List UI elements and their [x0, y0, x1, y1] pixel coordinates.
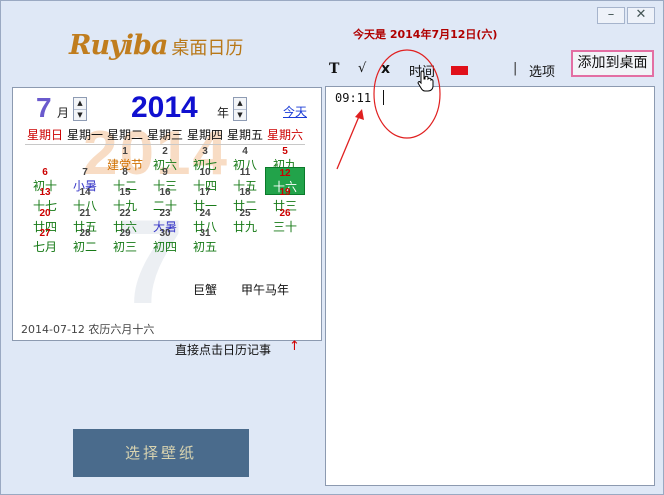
weekday-fri: 星期五: [226, 128, 263, 142]
up-arrow-icon: ↑: [289, 339, 300, 354]
year-down-icon[interactable]: ▼: [234, 109, 246, 120]
day-number: 14: [79, 187, 91, 198]
day-cell[interactable]: 31 初五: [185, 228, 225, 254]
weekday-sun: 星期日: [26, 128, 63, 142]
day-number: 23: [159, 207, 171, 219]
day-cell[interactable]: 30 初四: [145, 228, 185, 254]
day-number: 6: [42, 166, 48, 178]
month-down-icon[interactable]: ▼: [74, 109, 86, 120]
day-number: 9: [162, 166, 168, 178]
zodiac-label: 巨蟹: [193, 283, 218, 297]
lunar-label: 廿九: [232, 219, 257, 234]
day-number: 17: [199, 187, 211, 198]
add-to-desktop-button[interactable]: 添加到桌面: [571, 50, 654, 77]
day-number: 3: [202, 146, 208, 157]
day-cell[interactable]: 25 廿九: [225, 208, 265, 234]
ganzhi-label: 甲午马年: [241, 283, 290, 297]
selected-date-info: 2014-07-12 农历六月十六: [21, 323, 155, 336]
day-number: 18: [239, 187, 251, 198]
weekday-sat: 星期六: [266, 128, 303, 142]
year-spinner[interactable]: ▲ ▼: [233, 97, 247, 121]
day-cell[interactable]: 26 三十: [265, 208, 305, 234]
year-value: 2014: [131, 91, 198, 124]
day-number: 24: [199, 207, 211, 219]
day-number: 26: [279, 207, 291, 219]
day-number: 27: [39, 228, 51, 239]
month-up-icon[interactable]: ▲: [74, 98, 86, 109]
month-unit: 月: [57, 106, 70, 120]
choose-wallpaper-button[interactable]: 选择壁纸: [73, 429, 249, 477]
month-value: 7: [36, 92, 52, 123]
lunar-label: 初四: [152, 240, 177, 254]
day-number: 2: [162, 146, 168, 157]
check-button[interactable]: √: [358, 61, 366, 76]
day-number: 4: [242, 146, 248, 157]
day-number: 19: [279, 187, 291, 198]
today-date-label: 今天是 2014年7月12日(六): [353, 28, 498, 41]
app-logo: Ruyiba 桌面日历: [69, 30, 243, 61]
weekday-tue: 星期二: [106, 128, 143, 142]
day-number: 21: [79, 207, 91, 219]
today-link[interactable]: 今天: [283, 103, 307, 120]
weekday-mon: 星期一: [66, 128, 103, 142]
calendar-panel: 2014 7 7 月 ▲ ▼ 2014 年 ▲ ▼ 今天 星期日 星期一 星期二…: [12, 87, 322, 341]
day-number: 7: [82, 166, 88, 178]
day-number: 22: [119, 207, 131, 219]
day-number: 12: [279, 167, 291, 179]
day-number: 31: [199, 228, 211, 239]
logo-subtitle: 桌面日历: [171, 38, 244, 59]
lunar-label: 三十: [272, 219, 297, 234]
day-number: 29: [119, 228, 131, 239]
app-window: – ✕ 今天是 2014年7月12日(六) Ruyiba 桌面日历 T √ x …: [0, 0, 664, 495]
color-picker-button[interactable]: [451, 66, 468, 75]
toolbar-separator: |: [513, 61, 518, 76]
close-button[interactable]: ✕: [627, 7, 655, 24]
window-controls: – ✕: [597, 7, 655, 24]
day-cell[interactable]: 27 七月: [25, 228, 65, 254]
day-number: 16: [159, 187, 171, 198]
day-cell[interactable]: 28 初二: [65, 228, 105, 254]
minimize-button[interactable]: –: [597, 7, 625, 24]
day-number: 5: [282, 146, 288, 157]
weekday-divider: [25, 144, 305, 145]
note-editor[interactable]: 09:11: [325, 86, 655, 486]
day-number: 30: [159, 228, 171, 239]
day-cell[interactable]: 29 初三: [105, 228, 145, 254]
day-number: 11: [239, 166, 251, 178]
day-number: 13: [39, 187, 51, 198]
weekday-header: 星期日 星期一 星期二 星期三 星期四 星期五 星期六: [25, 126, 305, 143]
month-spinner[interactable]: ▲ ▼: [73, 97, 87, 121]
year-up-icon[interactable]: ▲: [234, 98, 246, 109]
day-number: 28: [79, 228, 91, 239]
hint-text: 直接点击日历记事: [175, 343, 272, 357]
text-caret: [383, 90, 384, 105]
day-number: 1: [122, 146, 128, 157]
weekday-thu: 星期四: [186, 128, 223, 142]
day-number: 8: [122, 166, 128, 178]
hand-cursor-icon: [417, 70, 434, 92]
lunar-label: 初二: [72, 240, 97, 254]
weekday-wed: 星期三: [146, 128, 183, 142]
day-number: 10: [199, 166, 211, 178]
lunar-label: 初五: [192, 240, 217, 254]
lunar-label: 初三: [112, 240, 137, 254]
day-number: 25: [239, 207, 251, 219]
day-number: 20: [39, 207, 51, 219]
options-button[interactable]: 选项: [529, 61, 555, 80]
delete-button[interactable]: x: [381, 61, 390, 77]
note-content[interactable]: 09:11: [335, 91, 371, 105]
lunar-label: 七月: [32, 240, 57, 254]
logo-word: Ruyiba: [69, 30, 168, 61]
year-unit: 年: [217, 106, 230, 120]
day-number: 15: [119, 187, 131, 198]
text-format-button[interactable]: T: [329, 61, 339, 77]
